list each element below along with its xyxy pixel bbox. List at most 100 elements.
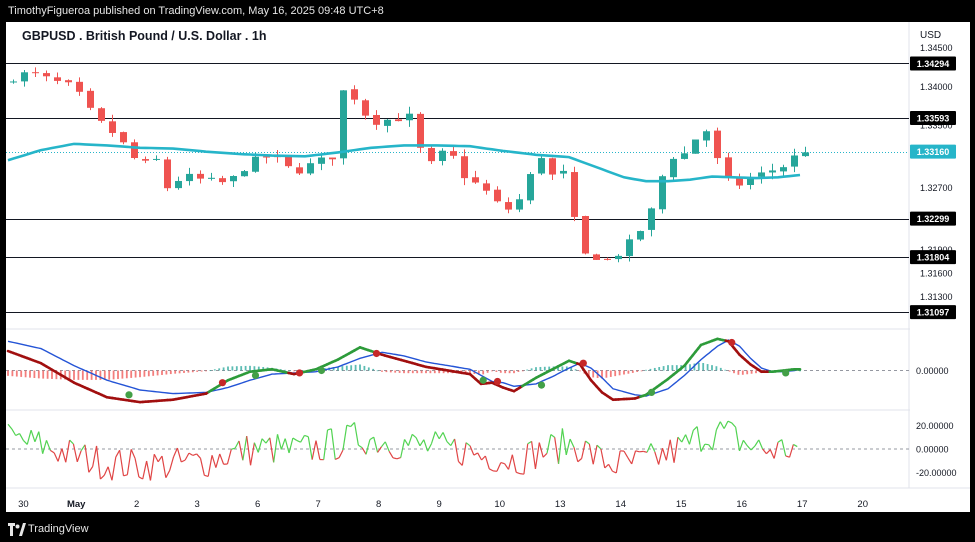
histogram-bar	[561, 366, 564, 371]
candle	[120, 131, 127, 145]
histogram-bar	[530, 368, 533, 371]
oscillator-segment	[754, 439, 760, 447]
candle-body	[417, 113, 424, 148]
histogram-bar	[711, 365, 713, 371]
candle-body	[802, 152, 809, 157]
histogram-bar	[706, 364, 709, 371]
oscillator-segment	[793, 443, 798, 448]
chart-panel[interactable]: 1.345001.340001.335001.327001.319001.316…	[6, 22, 970, 512]
histogram-bar	[799, 370, 801, 372]
oscillator-segment	[504, 463, 509, 470]
candle	[472, 170, 479, 184]
time-tick-label: 10	[494, 499, 505, 510]
candle-body	[384, 119, 391, 126]
candle	[10, 79, 17, 84]
level-price-badge: 1.31097	[910, 305, 956, 320]
candle-body	[560, 170, 567, 174]
oscillator-pane[interactable]	[6, 420, 909, 481]
oscillator-segment	[273, 434, 279, 463]
level-price-badge: 1.34294	[910, 56, 956, 71]
histogram-bar	[482, 370, 485, 375]
oscillator-segment	[346, 424, 351, 428]
candle	[681, 146, 688, 160]
oscillator-segment	[654, 451, 660, 465]
candle	[648, 207, 655, 237]
oscillator-segment	[130, 449, 136, 459]
histogram-bar	[165, 370, 168, 375]
price-tick-label: 1.34500	[920, 43, 953, 53]
candle	[582, 215, 589, 255]
oscillator-segment	[700, 443, 706, 452]
level-price-label: 1.33160	[917, 147, 950, 157]
oscillator-segment	[373, 436, 379, 453]
oscillator-segment	[615, 450, 621, 474]
histogram-bar	[117, 370, 119, 379]
oscillator-segment	[19, 433, 24, 441]
time-tick-label: 30	[18, 499, 29, 510]
histogram-bar	[667, 365, 669, 371]
oscillator-segment	[450, 438, 456, 446]
oscillator-segment	[304, 434, 309, 438]
oscillator-segment	[300, 435, 305, 443]
chart-canvas[interactable]: 1.345001.340001.335001.327001.319001.316…	[6, 22, 970, 512]
candle-body	[406, 113, 413, 121]
price-pane[interactable]	[6, 63, 909, 313]
time-tick-label: 20	[857, 499, 868, 510]
candle-body	[296, 167, 303, 174]
histogram-bar	[521, 370, 524, 372]
candle-body	[10, 81, 17, 83]
oscillator-segment	[99, 474, 105, 480]
oscillator-segment	[631, 450, 637, 465]
histogram-bar	[389, 370, 392, 373]
histogram-bar	[618, 370, 621, 376]
candle	[307, 158, 314, 176]
histogram-bar	[513, 370, 515, 374]
bearish-cross-marker	[218, 379, 227, 387]
histogram-bar	[636, 370, 639, 372]
histogram-bar	[486, 370, 489, 373]
oscillator-segment	[673, 437, 679, 463]
candle-body	[725, 157, 732, 177]
candle-body	[472, 177, 479, 183]
candle-body	[230, 176, 237, 182]
histogram-bar	[139, 370, 141, 378]
candle	[98, 107, 105, 123]
bullish-cross-marker	[537, 381, 546, 389]
candle-body	[538, 158, 545, 174]
grid-lines	[6, 22, 970, 489]
candle	[461, 149, 468, 186]
candle	[296, 163, 303, 176]
oscillator-segment	[407, 434, 413, 446]
histogram-bar	[719, 367, 722, 371]
oscillator-segment	[123, 474, 128, 477]
candle-body	[615, 255, 622, 260]
oscillator-segment	[500, 461, 505, 465]
oscillator-segment	[592, 445, 598, 465]
oscillator-segment	[157, 455, 163, 463]
histogram-bar	[183, 370, 185, 373]
candle	[692, 139, 699, 154]
oscillator-segment	[15, 433, 20, 437]
histogram-bar	[90, 370, 93, 380]
oscillator-segment	[511, 454, 517, 473]
oscillator-segment	[92, 445, 98, 467]
candle-body	[439, 150, 446, 162]
histogram-bar	[218, 368, 221, 371]
oscillator-segment	[199, 458, 205, 476]
currency-label: USD	[920, 30, 942, 41]
oscillator-segment	[727, 420, 733, 424]
candle-body	[769, 170, 776, 173]
oscillator-segment	[516, 471, 521, 475]
candle	[230, 175, 237, 187]
candle-body	[142, 159, 149, 161]
candle-body	[670, 158, 677, 178]
oscillator-segment	[661, 447, 667, 461]
oscillator-segment	[430, 431, 436, 444]
histogram-bar	[244, 365, 247, 371]
macd-pane[interactable]	[6, 337, 909, 404]
histogram-bar	[407, 370, 410, 374]
histogram-bar	[658, 367, 661, 371]
histogram-bar	[367, 367, 370, 371]
histogram-bar	[504, 370, 507, 374]
oscillator-segment	[411, 433, 417, 439]
